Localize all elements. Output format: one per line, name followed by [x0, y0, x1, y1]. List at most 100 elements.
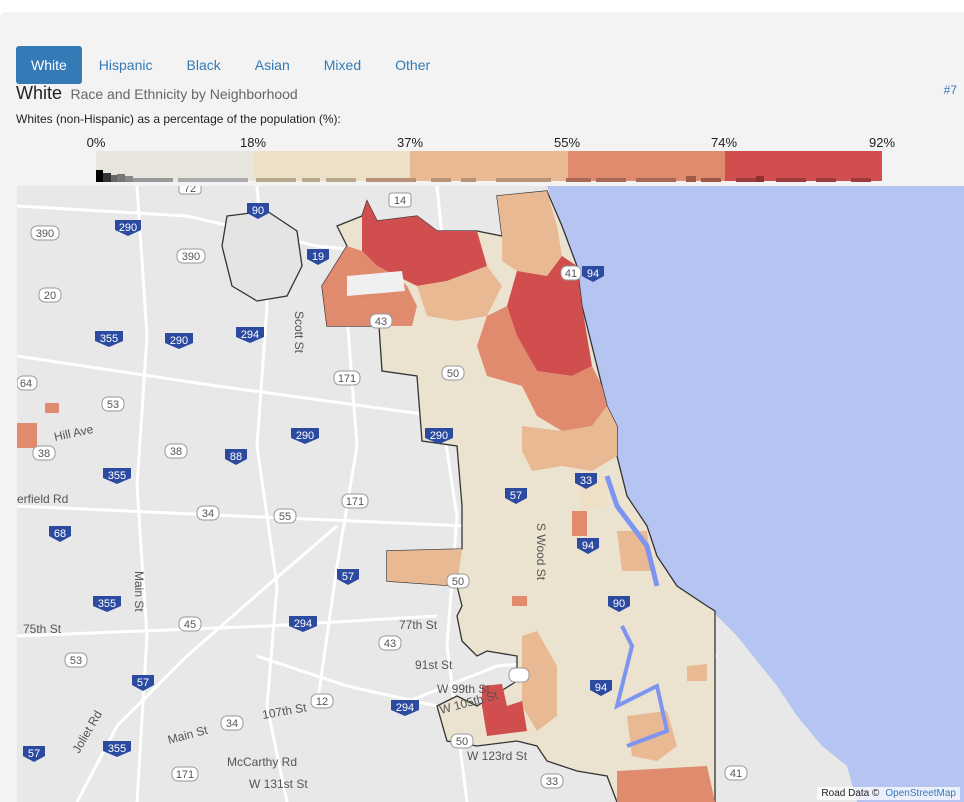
hist-bar	[701, 178, 721, 182]
svg-text:34: 34	[202, 508, 214, 520]
hist-bar	[178, 178, 248, 182]
openstreetmap-link[interactable]: OpenStreetMap	[885, 788, 956, 799]
hist-bar	[636, 178, 676, 182]
svg-text:355: 355	[100, 333, 118, 345]
shield-41b: 41	[724, 765, 748, 781]
svg-text:57: 57	[137, 677, 149, 689]
street-main: Main St	[132, 571, 146, 612]
svg-text:45: 45	[184, 619, 196, 631]
svg-text:68: 68	[54, 528, 66, 540]
shield-171: 171	[333, 370, 361, 386]
hist-bar	[776, 178, 806, 182]
hist-bar	[851, 178, 871, 182]
svg-text:294: 294	[396, 702, 414, 714]
svg-text:290: 290	[119, 222, 137, 234]
svg-text:14: 14	[394, 195, 406, 207]
hist-bar	[461, 178, 476, 182]
hist-bar	[111, 175, 117, 182]
tab-other[interactable]: Other	[378, 46, 447, 84]
svg-text:355: 355	[108, 743, 126, 755]
hist-bar	[596, 178, 626, 182]
svg-text:390: 390	[36, 228, 54, 240]
rank-link[interactable]: #7	[944, 83, 957, 97]
svg-text:94: 94	[595, 682, 607, 694]
area-midhigh[interactable]	[572, 511, 587, 536]
svg-text:294: 294	[294, 618, 312, 630]
attribution-text: Road Data ©	[821, 788, 880, 799]
shield-12	[508, 667, 530, 683]
hist-bar	[117, 174, 125, 182]
svg-text:90: 90	[252, 205, 264, 217]
svg-text:55: 55	[279, 511, 291, 523]
legend-tick-92: 92%	[868, 135, 896, 150]
shield-20: 20	[38, 287, 62, 303]
svg-text:72: 72	[184, 186, 196, 195]
svg-text:57: 57	[342, 571, 354, 583]
hist-bar	[756, 176, 764, 182]
tab-white[interactable]: White	[16, 46, 82, 84]
svg-text:50: 50	[452, 576, 464, 588]
hist-bar	[103, 173, 111, 182]
svg-text:12: 12	[316, 696, 328, 708]
hist-bar	[133, 178, 173, 182]
svg-text:171: 171	[346, 496, 364, 508]
tab-mixed[interactable]: Mixed	[307, 46, 378, 84]
svg-text:94: 94	[582, 540, 594, 552]
svg-text:355: 355	[108, 470, 126, 482]
tab-hispanic[interactable]: Hispanic	[82, 46, 170, 84]
shield-290: 290	[115, 220, 141, 236]
page-title: White	[16, 83, 63, 103]
svg-text:38: 38	[170, 446, 182, 458]
svg-text:290: 290	[296, 430, 314, 442]
shield-83: 34	[196, 505, 220, 521]
svg-text:88: 88	[230, 451, 242, 463]
street-butterfield: erfield Rd	[17, 492, 68, 506]
suburb-patch	[17, 423, 37, 448]
shield-171c: 171	[171, 766, 199, 782]
area-midhigh[interactable]	[617, 766, 715, 802]
area-midhigh[interactable]	[512, 596, 527, 606]
svg-text:290: 290	[170, 335, 188, 347]
svg-text:355: 355	[98, 598, 116, 610]
hist-bar	[686, 176, 696, 182]
street-mccarthy: McCarthy Rd	[227, 755, 297, 769]
legend-tick-18: 18%	[239, 135, 267, 150]
shield-57b: 33	[540, 773, 564, 789]
svg-text:43: 43	[384, 638, 396, 650]
tab-asian[interactable]: Asian	[238, 46, 307, 84]
choropleth-map[interactable]: 72 14 90 290 390 390 19 20 94 355 290 29…	[17, 186, 964, 802]
shield-171b: 171	[341, 493, 369, 509]
shield-38: 38	[32, 445, 56, 461]
hist-bar	[366, 178, 416, 182]
hist-bar	[256, 178, 296, 182]
svg-text:53: 53	[70, 655, 82, 667]
shield-33: 45	[178, 616, 202, 632]
svg-text:41: 41	[730, 768, 742, 780]
shield-34: 55	[273, 508, 297, 524]
street-75th: 75th St	[23, 622, 62, 636]
svg-text:20: 20	[44, 290, 56, 302]
svg-text:53: 53	[107, 399, 119, 411]
shield-50b: 50	[446, 573, 470, 589]
shield-43b: 43	[378, 635, 402, 651]
legend-tick-37: 37%	[396, 135, 424, 150]
tab-black[interactable]: Black	[170, 46, 238, 84]
svg-text:171: 171	[338, 373, 356, 385]
hist-bar	[302, 178, 320, 182]
shield-41: 41	[560, 265, 582, 281]
shield-53b: 53	[64, 652, 88, 668]
hist-bar	[96, 170, 103, 182]
street-123rd: W 123rd St	[467, 749, 528, 763]
svg-text:34: 34	[226, 718, 238, 730]
legend-tick-0: 0%	[86, 135, 106, 150]
svg-text:94: 94	[587, 268, 599, 280]
map-attribution: Road Data © OpenStreetMap	[817, 787, 960, 800]
shield-83b: 34	[220, 715, 244, 731]
svg-text:41: 41	[565, 268, 577, 280]
hist-bar	[566, 178, 591, 182]
area-mid[interactable]	[687, 664, 707, 681]
shield-43: 43	[369, 313, 393, 329]
legend-tick-74: 74%	[710, 135, 738, 150]
map-canvas[interactable]: 72 14 90 290 390 390 19 20 94 355 290 29…	[17, 186, 964, 802]
svg-text:390: 390	[182, 251, 200, 263]
